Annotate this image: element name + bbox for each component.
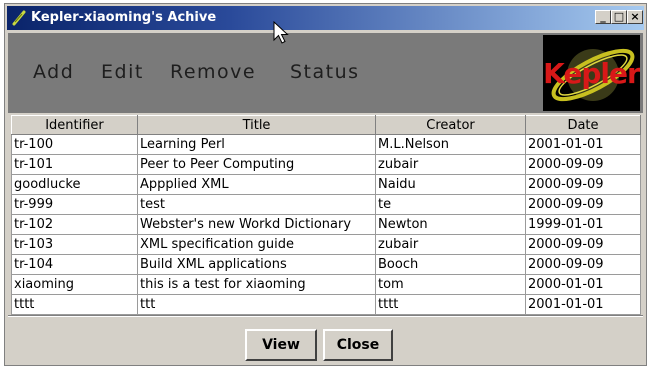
cell-creator: zubair [375,234,526,255]
title-bar[interactable]: Kepler-xiaoming's Achive _ □ × [7,6,644,30]
table-row[interactable]: tr-101 Peer to Peer Computing zubair 200… [11,154,641,175]
cell-identifier: tttt [11,294,138,315]
cell-date: 1999-01-01 [525,214,641,235]
cell-identifier: goodlucke [11,174,138,195]
cell-identifier: tr-102 [11,214,138,235]
java-cup-icon [12,10,26,26]
cell-creator: tom [375,274,526,295]
cell-creator: Booch [375,254,526,275]
add-menu-item[interactable]: Add [33,61,74,83]
cell-identifier: tr-103 [11,234,138,255]
column-header-title[interactable]: Title [137,115,376,135]
archive-table: Identifier Title Creator Date tr-100 Lea… [11,115,641,315]
table-row[interactable]: tr-999 test te 2000-09-09 [11,194,641,215]
close-window-button[interactable]: × [627,10,643,24]
footer-divider [8,315,643,317]
cell-date: 2000-09-09 [525,234,641,255]
column-header-identifier[interactable]: Identifier [11,115,138,135]
status-menu-item[interactable]: Status [290,61,360,83]
window-title: Kepler-xiaoming's Achive [31,10,217,25]
kepler-logo: Kepler [543,35,640,111]
cell-title: XML specification guide [137,234,376,255]
close-button[interactable]: Close [323,329,393,361]
table-row[interactable]: tr-102 Webster's new Workd Dictionary Ne… [11,214,641,235]
cell-title: Appplied XML [137,174,376,195]
view-button[interactable]: View [245,329,317,361]
cell-creator: Naidu [375,174,526,195]
table-row[interactable]: goodlucke Appplied XML Naidu 2000-09-09 [11,174,641,195]
column-header-date[interactable]: Date [525,115,641,135]
cell-creator: M.L.Nelson [375,134,526,155]
cell-identifier: tr-104 [11,254,138,275]
cell-creator: tttt [375,294,526,315]
cell-title: test [137,194,376,215]
cell-identifier: tr-101 [11,154,138,175]
table-header-row: Identifier Title Creator Date [11,115,641,135]
cell-title: ttt [137,294,376,315]
logo-text: Kepler [543,57,640,90]
cell-title: Build XML applications [137,254,376,275]
cell-date: 2000-01-01 [525,274,641,295]
cell-creator: zubair [375,154,526,175]
mouse-pointer-icon [273,21,289,44]
archive-window: Kepler-xiaoming's Achive _ □ × Add Edit … [4,3,647,366]
cell-title: Webster's new Workd Dictionary [137,214,376,235]
minimize-button[interactable]: _ [595,10,611,24]
cell-title: Learning Perl [137,134,376,155]
cell-date: 2000-09-09 [525,154,641,175]
cell-date: 2000-09-09 [525,194,641,215]
cell-identifier: tr-999 [11,194,138,215]
cell-identifier: tr-100 [11,134,138,155]
remove-menu-item[interactable]: Remove [170,61,256,83]
column-header-creator[interactable]: Creator [375,115,526,135]
edit-menu-item[interactable]: Edit [101,61,144,83]
cell-date: 2001-01-01 [525,134,641,155]
maximize-button[interactable]: □ [611,10,627,24]
table-row[interactable]: tr-100 Learning Perl M.L.Nelson 2001-01-… [11,134,641,155]
table-row[interactable]: xiaoming this is a test for xiaoming tom… [11,274,641,295]
cell-title: Peer to Peer Computing [137,154,376,175]
cell-date: 2000-09-09 [525,174,641,195]
cell-title: this is a test for xiaoming [137,274,376,295]
table-row[interactable]: tr-103 XML specification guide zubair 20… [11,234,641,255]
table-row[interactable]: tttt ttt tttt 2001-01-01 [11,294,641,315]
toolbar: Add Edit Remove Status Kepler [8,33,643,113]
cell-creator: Newton [375,214,526,235]
cell-date: 2001-01-01 [525,294,641,315]
cell-date: 2000-09-09 [525,254,641,275]
cell-identifier: xiaoming [11,274,138,295]
table-row[interactable]: tr-104 Build XML applications Booch 2000… [11,254,641,275]
cell-creator: te [375,194,526,215]
